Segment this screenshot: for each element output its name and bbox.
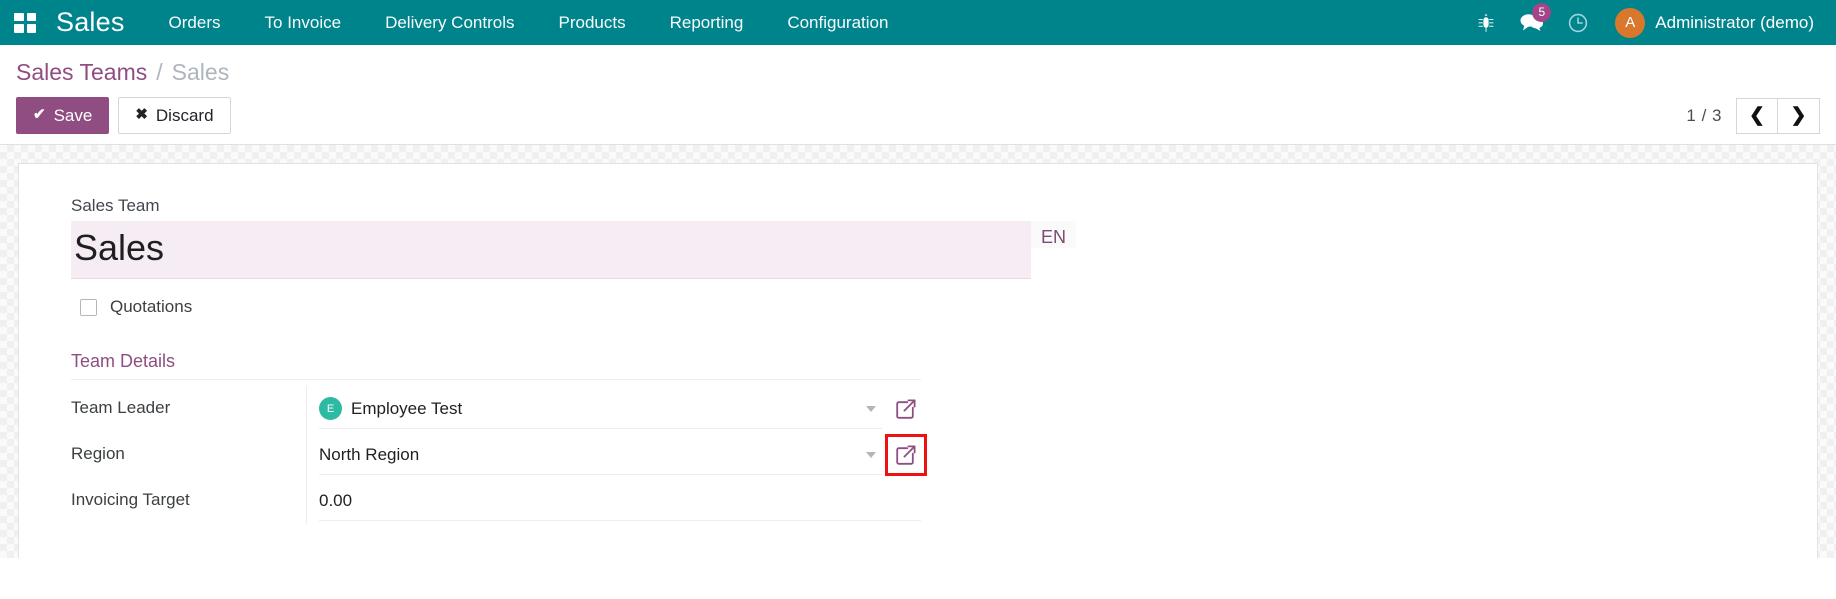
region-external-link-icon[interactable] [885,434,927,477]
form-scroll-area: Sales Team EN Quotations Team Details Te… [0,145,1836,559]
team-leader-external-link-icon[interactable] [891,394,921,424]
region-value: North Region [319,444,420,464]
pager-value[interactable]: 1 / 3 [1686,106,1722,126]
sales-team-name-input[interactable] [71,221,1031,280]
avatar: A [1615,7,1646,38]
team-leader-avatar: E [319,397,342,421]
messages-icon[interactable]: 5 [1509,0,1555,45]
app-brand-sales[interactable]: Sales [56,0,125,45]
apps-grid-square [14,24,24,33]
quotations-field: Quotations [80,297,1777,317]
user-name-label: Administrator (demo) [1655,12,1814,32]
save-button[interactable]: ✔ Save [16,97,110,135]
top-navbar: Sales Orders To Invoice Delivery Control… [0,0,1836,45]
form-sheet: Sales Team EN Quotations Team Details Te… [18,163,1818,559]
pager-previous-button[interactable]: ❮ [1736,97,1778,134]
menu-item-configuration[interactable]: Configuration [765,0,910,45]
close-icon: ✖ [135,106,148,124]
user-menu[interactable]: A Administrator (demo) [1601,0,1818,45]
breadcrumb-separator: / [156,59,163,85]
sales-team-label: Sales Team [71,196,160,216]
region-field: North Region [306,432,927,479]
breadcrumb-item-current: Sales [171,59,230,85]
team-leader-label: Team Leader [71,398,171,418]
team-leader-input[interactable]: E Employee Test [319,389,882,430]
discard-button[interactable]: ✖ Discard [118,97,231,135]
check-icon: ✔ [33,106,46,124]
sales-team-title-row: EN [71,221,1076,280]
quotations-checkbox[interactable] [80,298,97,316]
main-menu: Orders To Invoice Delivery Controls Prod… [147,0,911,45]
discard-button-label: Discard [155,106,214,125]
invoicing-target-field: 0.00 [306,478,921,525]
menu-item-orders[interactable]: Orders [147,0,243,45]
breadcrumb-item-sales-teams[interactable]: Sales Teams [16,59,147,86]
apps-grid-square [14,12,24,21]
messages-badge: 5 [1532,3,1552,22]
bug-icon[interactable] [1463,0,1509,45]
apps-grid-square [26,12,36,21]
invoicing-target-input[interactable]: 0.00 [319,481,921,522]
team-leader-value: Employee Test [351,398,463,418]
field-row-invoicing-target: Invoicing Target 0.00 [71,478,1777,525]
pager-next-button[interactable]: ❯ [1778,97,1820,134]
field-row-region: Region North Region [71,432,1777,479]
team-leader-field: E Employee Test [306,386,921,433]
record-pager: 1 / 3 ❮ ❯ [1686,97,1820,134]
menu-item-delivery-controls[interactable]: Delivery Controls [363,0,536,45]
invoicing-target-label: Invoicing Target [71,490,190,510]
control-panel: Sales Teams / Sales ✔ Save ✖ Discard 1 /… [0,45,1836,146]
chevron-left-icon: ❮ [1749,105,1765,127]
quotations-label[interactable]: Quotations [110,297,192,317]
menu-item-to-invoice[interactable]: To Invoice [243,0,364,45]
navbar-right-tools: 5 A Administrator (demo) [1463,0,1818,45]
invoicing-target-value: 0.00 [319,490,353,510]
region-input[interactable]: North Region [319,435,882,476]
menu-item-products[interactable]: Products [537,0,648,45]
field-row-team-leader: Team Leader E Employee Test [71,386,1777,433]
control-panel-actions: ✔ Save ✖ Discard 1 / 3 ❮ ❯ [16,97,1820,135]
clock-icon[interactable] [1555,0,1601,45]
apps-grid-icon[interactable] [8,6,42,40]
chevron-down-icon[interactable] [866,451,876,458]
menu-item-reporting[interactable]: Reporting [648,0,766,45]
save-button-label: Save [53,106,93,125]
chevron-right-icon: ❯ [1790,105,1807,127]
region-label: Region [71,444,125,464]
chevron-down-icon[interactable] [866,405,876,412]
team-details-group-title: Team Details [71,351,921,381]
breadcrumb: Sales Teams / Sales [16,59,1820,86]
language-badge[interactable]: EN [1030,221,1076,249]
pager-buttons: ❮ ❯ [1736,97,1820,134]
apps-grid-square [26,24,36,33]
